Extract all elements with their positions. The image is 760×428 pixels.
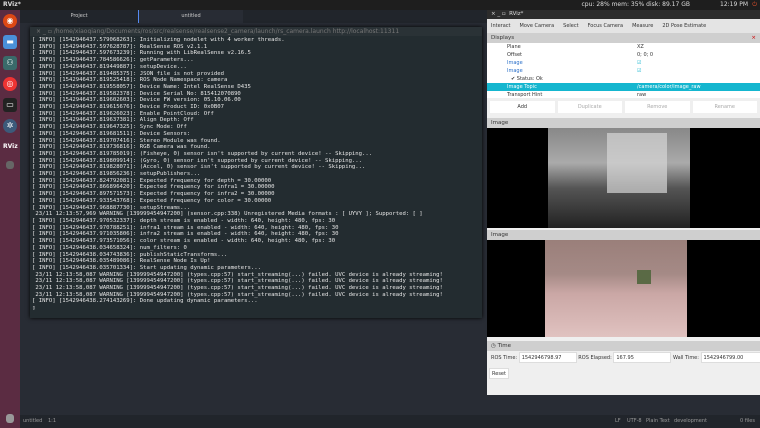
- display-row[interactable]: Image ☑: [507, 67, 760, 75]
- terminal-line: [ INFO] [1542946437.819681511]: Device S…: [32, 130, 191, 137]
- terminal-line: [ INFO] [1542946437.819449887]: setupDev…: [32, 63, 187, 70]
- terminal-line: [ INFO] [1542946437.819582378]: Device S…: [32, 90, 241, 97]
- terminal-line: [ INFO] [1542946438.034658324]: num_filt…: [32, 244, 187, 251]
- tool-focus-camera[interactable]: Focus Camera: [588, 19, 624, 33]
- display-row[interactable]: Plane XZ: [507, 43, 760, 51]
- terminal-line: [ INFO] [1542946437.597628787]: RealSens…: [32, 43, 208, 50]
- image-panel-header: Image: [487, 118, 760, 128]
- tab-untitled[interactable]: untitled: [138, 10, 243, 23]
- tool-2d-pose-estimate[interactable]: 2D Pose Estimate: [662, 19, 706, 33]
- terminal-line: [ INFO] [1542946438.035489086]: RealSens…: [32, 258, 211, 265]
- terminal-line: [ INFO] [1542946437.819707416]: Stereo M…: [32, 137, 221, 144]
- remove-button[interactable]: Remove: [625, 101, 690, 113]
- terminal-line: 23/11 12:13:58,087 WARNING [139999454947…: [32, 271, 443, 278]
- terminal-window[interactable]: × _ ▫ /home/xiaoqiang/Documents/ros/src/…: [30, 27, 482, 318]
- tab-project[interactable]: Project: [20, 10, 138, 23]
- terminal-line: [ INFO] [1542946437.819615676]: Device P…: [32, 104, 224, 111]
- terminal-line: [ INFO] [1542946437.897571573]: Expected…: [32, 191, 275, 198]
- drive-icon[interactable]: [6, 161, 14, 169]
- terminal-line: [ INFO] [1542946438.035701334]: Start up…: [32, 264, 262, 271]
- tool-measure[interactable]: Measure: [632, 19, 653, 33]
- tool-move-camera[interactable]: Move Camera: [520, 19, 555, 33]
- image-panel-header: Image: [487, 230, 760, 240]
- terminal-line: [ INFO] [1542946437.579068263]: Initiali…: [32, 37, 285, 43]
- terminal-line: [ INFO] [1542946437.819485375]: JSON fil…: [32, 70, 224, 77]
- editor-status-bar: untitled 1:1 LF UTF-8 Plain Text develop…: [20, 415, 760, 428]
- terminal-line: [ INFO] [1542946437.970532337]: depth st…: [32, 217, 336, 224]
- color-image: [487, 240, 760, 337]
- git-icon[interactable]: ⚇: [3, 56, 17, 70]
- rviz-window: × _ ▫ RViz* Interact Move Camera Select …: [487, 10, 760, 395]
- display-buttons: Add Duplicate Remove Rename: [487, 98, 760, 116]
- terminal-line: [ INFO] [1542946437.819525418]: ROS Node…: [32, 77, 228, 84]
- terminal-line: [ INFO] [1542946437.824792081]: Expected…: [32, 177, 272, 184]
- terminal-line: [ INFO] [1542946437.819602603]: Device F…: [32, 97, 241, 104]
- terminal-line: [ INFO] [1542946437.819785019]: (Fisheye…: [32, 150, 373, 157]
- top-panel: RViz* cpu: 28% mem: 35% disk: 89.17 GB 1…: [0, 0, 760, 10]
- terminal-cursor: ▯: [32, 305, 36, 312]
- terminal-line: [ INFO] [1542946437.970788251]: infra1 s…: [32, 224, 339, 231]
- time-fields: ROS Time: 1542946798.97 ROS Elapsed: 167…: [487, 351, 760, 366]
- ubuntu-icon[interactable]: ◉: [3, 14, 17, 28]
- system-monitor[interactable]: cpu: 28% mem: 35% disk: 89.17 GB: [582, 0, 691, 10]
- displays-tree: Plane XZ Offset 0; 0; 0 Image ☑ Image ☑ ✔ St…: [487, 43, 760, 98]
- displays-header: Displays ×: [487, 33, 760, 43]
- duplicate-button[interactable]: Duplicate: [557, 101, 622, 113]
- files-icon[interactable]: ▬: [3, 35, 17, 49]
- add-button[interactable]: Add: [490, 101, 555, 113]
- rviz-icon[interactable]: RViz: [3, 140, 18, 154]
- display-row[interactable]: ✔ Status: Ok: [507, 75, 760, 83]
- display-row[interactable]: Image ☑: [507, 59, 760, 67]
- close-icon[interactable]: × _ ▫: [36, 28, 54, 35]
- rviz-toolbar: Interact Move Camera Select Focus Camera…: [487, 19, 760, 33]
- terminal-line: [ INFO] [1542946437.973571056]: color st…: [32, 238, 336, 245]
- rviz-titlebar: × _ ▫ RViz*: [487, 10, 760, 19]
- terminal-line: [ INFO] [1542946437.819626023]: Enable P…: [32, 110, 214, 117]
- display-row[interactable]: Image Topic/camera/color/image_raw: [487, 83, 760, 91]
- close-icon[interactable]: ×: [751, 33, 756, 43]
- clock[interactable]: 12:19 PM: [720, 0, 748, 10]
- terminal-line: [ INFO] [1542946437.597673239]: Running …: [32, 50, 251, 57]
- launcher: ◉ ▬ ⚇ ◎ ▭ ✲ RViz: [0, 10, 20, 428]
- terminal-line: [ INFO] [1542946438.274143269]: Done upd…: [32, 298, 258, 305]
- rename-button[interactable]: Rename: [692, 101, 757, 113]
- depth-image: [487, 128, 760, 228]
- tool-select[interactable]: Select: [563, 19, 578, 33]
- terminal-line: [ INFO] [1542946437.819558057]: Device N…: [32, 83, 251, 90]
- tool-interact[interactable]: Interact: [491, 19, 511, 33]
- terminal-line: [ INFO] [1542946437.819637381]: Align De…: [32, 117, 194, 124]
- terminal-line: [ INFO] [1542946437.933543768]: Expected…: [32, 197, 272, 204]
- power-icon[interactable]: ⏻: [752, 0, 757, 10]
- terminal-line: [ INFO] [1542946437.968887730]: setupStr…: [32, 204, 191, 211]
- chrome-icon[interactable]: ◎: [3, 77, 17, 91]
- active-app-title: RViz*: [3, 1, 21, 8]
- terminal-line: [ INFO] [1542946437.819647325]: Sync Mod…: [32, 124, 187, 131]
- terminal-output[interactable]: [ INFO] [1542946437.579068263]: Initiali…: [30, 36, 482, 313]
- atom-icon[interactable]: ✲: [3, 119, 17, 133]
- terminal-icon[interactable]: ▭: [3, 98, 17, 112]
- terminal-line: [ INFO] [1542946437.971035806]: infra2 s…: [32, 231, 339, 238]
- terminal-line: [ INFO] [1542946437.784586626]: getParam…: [32, 57, 194, 64]
- display-row[interactable]: Transport Hint raw: [507, 91, 760, 99]
- terminal-line: [ INFO] [1542946437.819809914]: (Gyro, 0…: [32, 157, 363, 164]
- reset-row: Reset: [487, 366, 760, 381]
- ros-elapsed-field[interactable]: 167.95: [613, 352, 672, 363]
- display-row[interactable]: Offset 0; 0; 0: [507, 51, 760, 59]
- terminal-title: × _ ▫ /home/xiaoqiang/Documents/ros/src/…: [30, 27, 482, 36]
- terminal-line: 23/11 12:13:58,087 WARNING [139999454947…: [32, 285, 443, 292]
- terminal-line: 23/11 12:13:57,969 WARNING [139999454947…: [32, 211, 423, 218]
- wall-time-field[interactable]: 1542946799.00: [700, 352, 760, 363]
- terminal-line: 23/11 12:13:58,087 WARNING [139999454947…: [32, 291, 443, 298]
- terminal-line: [ INFO] [1542946437.819736816]: RGB Came…: [32, 144, 211, 151]
- reset-button[interactable]: Reset: [489, 368, 509, 379]
- trash-icon[interactable]: [6, 414, 14, 423]
- terminal-line: 23/11 12:13:58,087 WARNING [139999454947…: [32, 278, 443, 285]
- terminal-line: [ INFO] [1542946437.819828071]: (Accel, …: [32, 164, 366, 171]
- ros-time-field[interactable]: 1542946798.97: [518, 352, 577, 363]
- time-panel-header: ◷ Time: [487, 341, 760, 351]
- terminal-line: [ INFO] [1542946437.819856236]: setupPub…: [32, 171, 201, 178]
- terminal-line: [ INFO] [1542946438.034743836]: publishS…: [32, 251, 228, 258]
- terminal-line: [ INFO] [1542946437.866896420]: Expected…: [32, 184, 275, 191]
